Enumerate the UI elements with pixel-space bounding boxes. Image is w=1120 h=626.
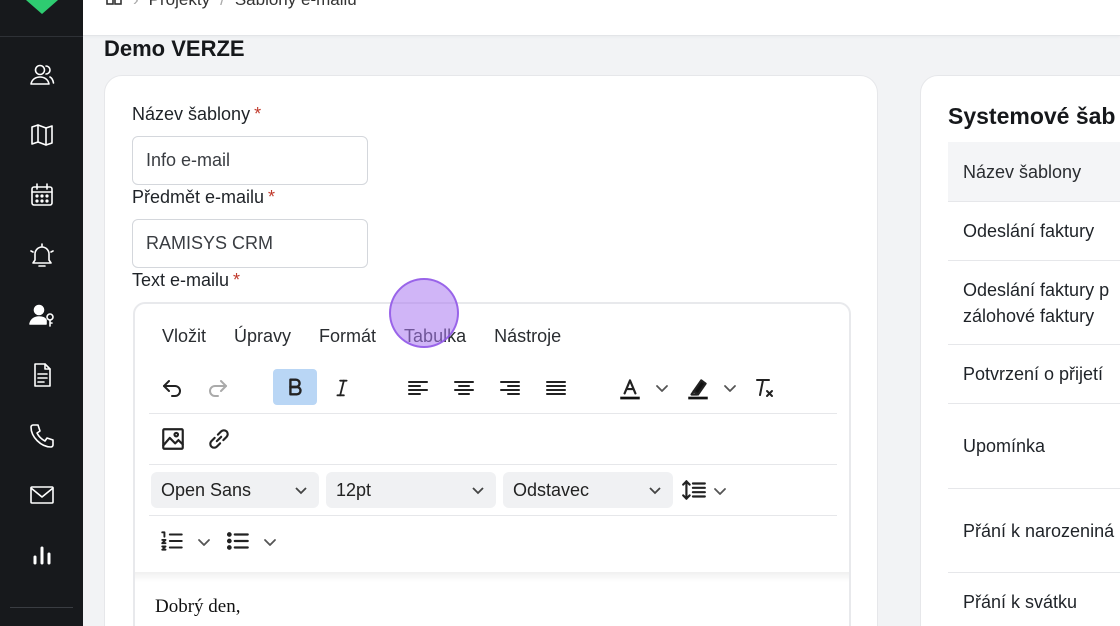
text-color-icon[interactable]: [615, 370, 645, 406]
breadcrumb: › Projekty / Šablony e-mailů: [105, 0, 357, 11]
numbered-list-icon[interactable]: [157, 524, 187, 558]
menu-edit[interactable]: Úpravy: [234, 326, 291, 347]
clear-formatting-icon[interactable]: [749, 370, 779, 406]
sidebar: [0, 0, 83, 626]
editor-menubar: Vložit Úpravy Formát Tabulka Nástroje: [162, 326, 589, 347]
chevron-down-icon: [649, 487, 661, 495]
toolbar-row-fonts: Open Sans 12pt Odstavec: [149, 465, 837, 516]
align-justify-icon[interactable]: [541, 370, 571, 406]
breadcrumb-item-email-templates[interactable]: Šablony e-mailů: [235, 0, 357, 10]
numbered-list-chevron-icon[interactable]: [195, 532, 213, 552]
bullet-list-icon[interactable]: [223, 524, 253, 558]
menu-tools[interactable]: Nástroje: [494, 326, 561, 347]
image-icon[interactable]: [157, 422, 189, 456]
breadcrumb-item-projects[interactable]: Projekty: [149, 0, 210, 10]
home-grid-icon[interactable]: [105, 0, 123, 11]
template-name-input[interactable]: Info e-mail: [132, 136, 368, 185]
line-height-chevron-icon[interactable]: [711, 481, 729, 501]
system-templates-title: Systemové šab: [948, 103, 1116, 129]
menu-table[interactable]: Tabulka: [404, 326, 466, 347]
editor-content[interactable]: Dobrý den,: [155, 596, 240, 618]
alarm-bell-icon[interactable]: [27, 240, 57, 270]
row-text-line: zálohové faktury: [963, 305, 1095, 326]
align-right-icon[interactable]: [495, 370, 525, 406]
toolbar-shadow: [135, 572, 849, 582]
sidebar-divider: [10, 607, 73, 608]
subject-input[interactable]: RAMISYS CRM: [132, 219, 368, 268]
align-left-icon[interactable]: [403, 370, 433, 406]
toolbar-row-lists: [149, 516, 837, 566]
chevron-down-icon: [295, 487, 307, 495]
block-format-select[interactable]: Odstavec: [503, 472, 673, 508]
map-icon[interactable]: [27, 120, 57, 150]
table-row[interactable]: Odeslání faktury p zálohové faktury: [948, 260, 1120, 344]
chevron-down-icon: [472, 487, 484, 495]
undo-icon[interactable]: [157, 370, 187, 406]
table-row[interactable]: Upomínka: [948, 403, 1120, 488]
table-row[interactable]: Odeslání faktury: [948, 201, 1120, 260]
highlight-color-icon[interactable]: [683, 370, 713, 406]
phone-icon[interactable]: [27, 420, 57, 450]
breadcrumb-separator: ›: [133, 0, 139, 10]
text-color-chevron-icon[interactable]: [653, 378, 671, 398]
page-title: Demo VERZE: [104, 36, 245, 61]
row-text-line: Odeslání faktury p: [963, 279, 1110, 300]
breadcrumb-separator: /: [220, 0, 225, 10]
email-body-label: Text e-mailu *: [132, 270, 241, 290]
align-center-icon[interactable]: [449, 370, 479, 406]
font-size-value: 12pt: [336, 479, 372, 500]
table-header: Název šablony: [948, 142, 1120, 201]
toolbar-row-insert: [149, 414, 837, 465]
menu-insert[interactable]: Vložit: [162, 326, 206, 347]
mail-icon[interactable]: [27, 480, 57, 510]
font-family-value: Open Sans: [161, 479, 252, 500]
toolbar-row-formatting: [149, 364, 837, 414]
rich-text-editor: Vložit Úpravy Formát Tabulka Nástroje Op…: [133, 302, 851, 626]
bullet-list-chevron-icon[interactable]: [261, 532, 279, 552]
table-row[interactable]: Potvrzení o přijetí: [948, 344, 1120, 403]
sidebar-divider: [0, 36, 83, 37]
table-row[interactable]: Přání k narozeniná: [948, 488, 1120, 572]
subject-label: Předmět e-mailu *: [132, 187, 276, 207]
redo-icon[interactable]: [203, 370, 233, 406]
italic-icon[interactable]: [327, 370, 357, 406]
app-logo[interactable]: [24, 0, 60, 14]
top-bar: › Projekty / Šablony e-mailů: [83, 0, 1120, 36]
menu-format[interactable]: Formát: [319, 326, 376, 347]
link-icon[interactable]: [203, 422, 235, 456]
block-format-value: Odstavec: [513, 479, 590, 500]
table-row[interactable]: Přání k svátku: [948, 572, 1120, 626]
font-size-select[interactable]: 12pt: [326, 472, 496, 508]
document-icon[interactable]: [27, 360, 57, 390]
line-height-icon[interactable]: [679, 473, 709, 507]
highlight-chevron-icon[interactable]: [721, 378, 739, 398]
users-icon[interactable]: [27, 60, 57, 90]
font-family-select[interactable]: Open Sans: [151, 472, 319, 508]
calendar-icon[interactable]: [27, 180, 57, 210]
bold-icon[interactable]: [273, 369, 317, 405]
user-key-icon[interactable]: [27, 300, 57, 330]
bar-chart-icon[interactable]: [27, 540, 57, 570]
template-name-label: Název šablony *: [132, 104, 262, 124]
